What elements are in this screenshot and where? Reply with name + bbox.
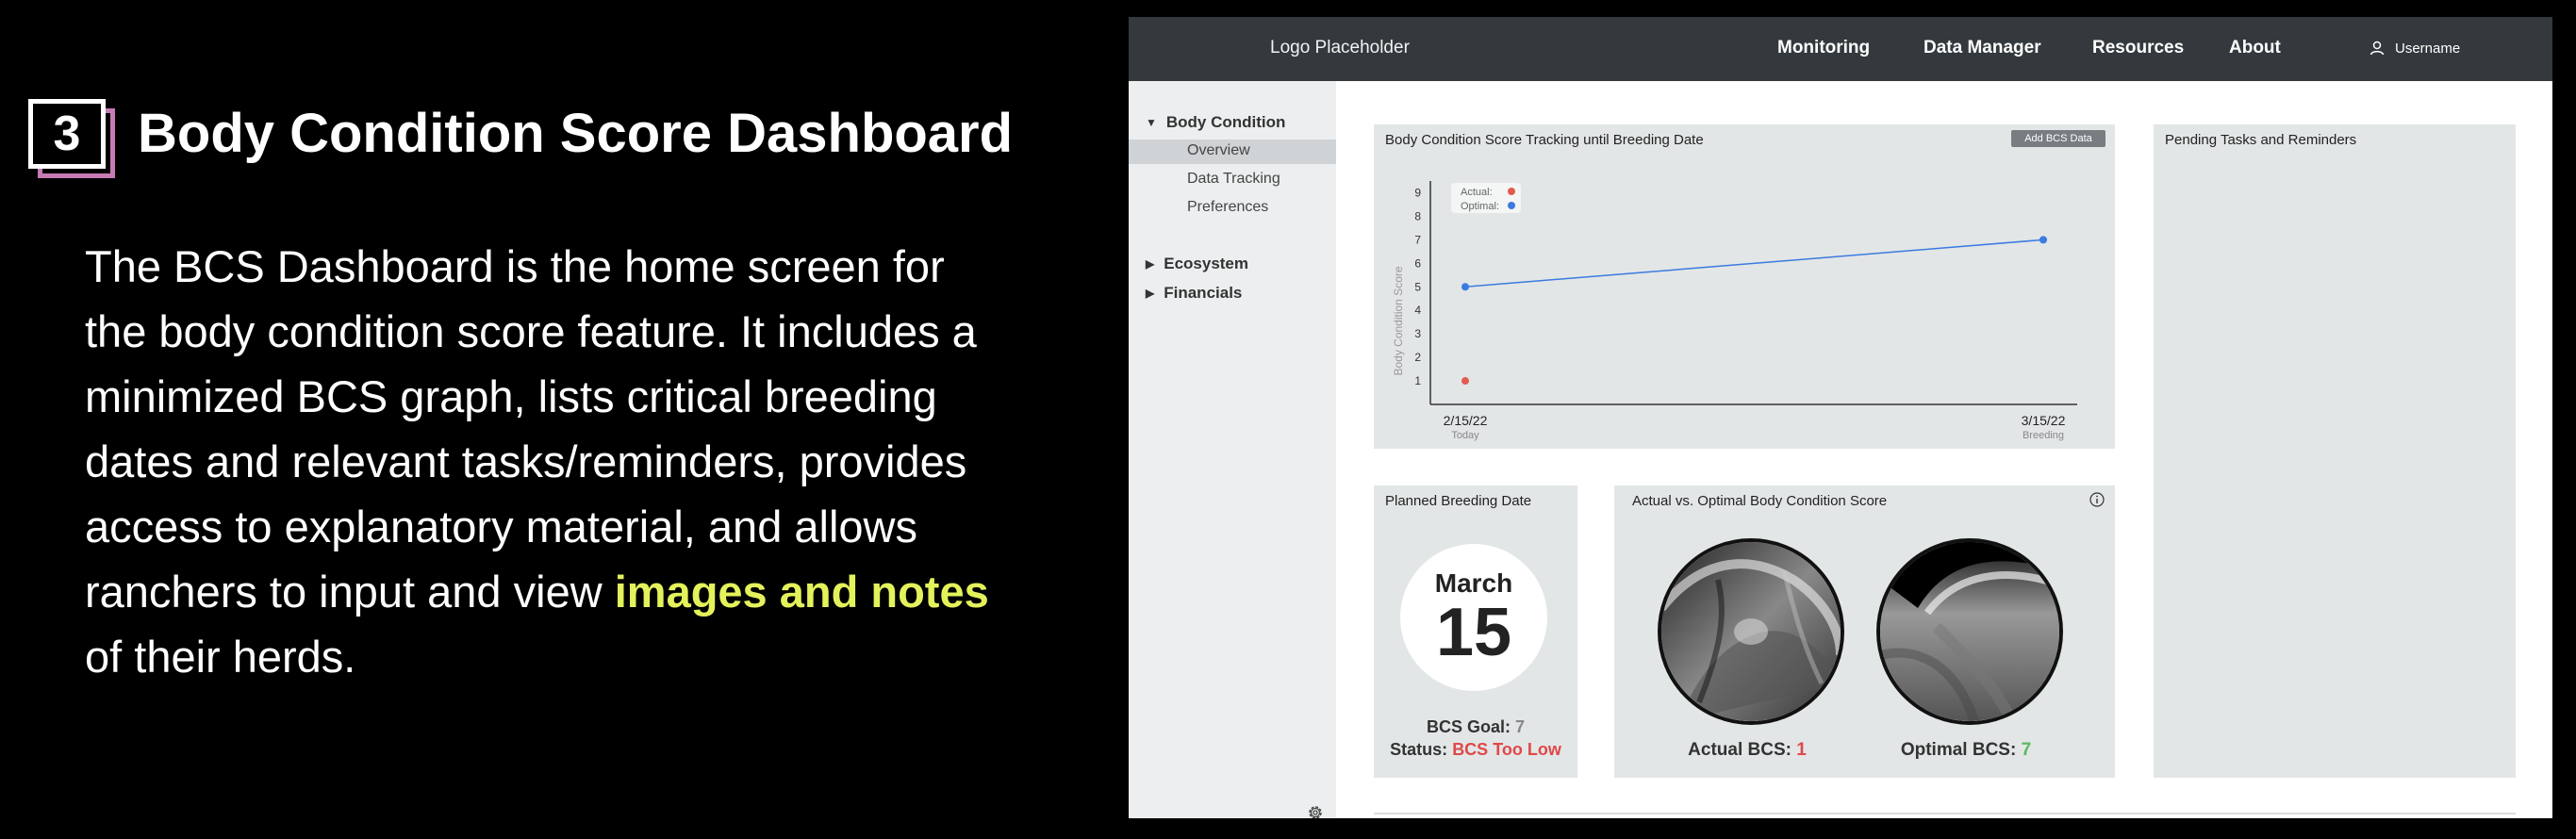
slide-description: The BCS Dashboard is the home screen for… [85,234,1009,689]
actual-bcs-label: Actual BCS: [1688,740,1792,760]
slide-number-badge: 3 [28,99,123,179]
actual-bcs-caption: Actual BCS: 1 [1625,740,1870,761]
breeding-date-circle: March 15 [1400,544,1547,691]
x-tick-labels: 2/15/22 Today 3/15/22 Breeding [1444,413,2066,441]
info-icon[interactable] [2089,492,2105,507]
cow-hip-image-thin [1661,542,1841,721]
sidebar-item-data-tracking[interactable]: Data Tracking [1187,171,1280,188]
bcs-tracking-card: Body Condition Score Tracking until Bree… [1374,124,2115,449]
y-tick-label: 7 [1414,233,1421,246]
data-point [1461,377,1469,386]
y-axis-label: Body Condition Score [1392,266,1405,375]
x-tick-sublabel: Today [1451,430,1479,441]
chart-series [1461,236,2047,386]
sidebar-group-label: Ecosystem [1164,255,1249,272]
top-navbar: Logo Placeholder Monitoring Data Manager… [1129,17,2552,81]
actual-bcs-value: 1 [1796,740,1807,760]
y-ticks: 1 2 3 4 5 6 7 8 9 [1414,186,1421,387]
breeding-day: 15 [1435,595,1512,670]
actual-bcs-image[interactable] [1658,538,1844,725]
x-tick-label: 3/15/22 [2022,413,2066,428]
nav-data-manager[interactable]: Data Manager [1924,38,2041,58]
sidebar-item-preferences[interactable]: Preferences [1187,199,1268,216]
y-tick-label: 2 [1414,351,1421,364]
y-tick-label: 1 [1414,374,1421,387]
sidebar-group-financials[interactable]: ▶ Financials [1146,284,1242,303]
sidebar-group-label: Body Condition [1165,113,1286,131]
data-point [1461,283,1469,291]
bottom-divider [1374,813,2516,814]
y-tick-label: 8 [1414,209,1421,222]
optimal-bcs-value: 7 [2021,740,2032,760]
cow-hip-image-optimal [1880,542,2059,721]
y-tick-label: 9 [1414,186,1421,199]
sidebar-item-overview[interactable]: Overview [1187,142,1250,159]
legend-label: Actual: [1461,187,1493,198]
optimal-bcs-image[interactable] [1876,538,2063,725]
nav-monitoring[interactable]: Monitoring [1777,38,1870,58]
bcs-status: Status: BCS Too Low [1374,740,1577,760]
data-point [2039,236,2047,244]
bcs-goal: BCS Goal: 7 [1374,717,1577,737]
slide-body-text: The BCS Dashboard is the home screen for… [85,241,977,617]
sidebar: ▼ Body Condition Overview Data Tracking … [1129,81,1336,818]
tasks-card-title: Pending Tasks and Reminders [2165,132,2357,148]
user-icon [2370,41,2385,56]
bcs-goal-value: 7 [1515,717,1526,736]
sidebar-group-body-condition[interactable]: ▼ Body Condition [1146,113,1285,132]
user-menu[interactable]: Username [2369,40,2460,57]
bcs-chart: Body Condition Score 1 2 3 4 5 6 7 8 9 2/15/22 To… [1392,181,2077,441]
y-tick-label: 6 [1414,256,1421,270]
nav-about[interactable]: About [2229,38,2281,58]
bcs-status-label: Status: [1390,740,1448,759]
slide-number: 3 [28,99,106,169]
series-line [1464,239,2044,288]
slide-highlight: images and notes [614,567,989,617]
bcs-goal-label: BCS Goal: [1426,717,1511,736]
planned-breeding-card: Planned Breeding Date March 15 BCS Goal:… [1374,485,1577,778]
chart-legend: Actual: Optimal: [1451,183,1521,213]
optimal-bcs-caption: Optimal BCS: 7 [1843,740,2089,761]
username: Username [2395,40,2461,57]
gear-icon[interactable] [1306,803,1325,818]
legend-swatch [1508,188,1515,195]
y-tick-label: 4 [1414,304,1421,317]
collapsed-triangle-icon: ▶ [1146,257,1155,271]
slide-title: Body Condition Score Dashboard [138,103,1014,164]
sidebar-group-label: Financials [1164,284,1243,302]
expanded-triangle-icon: ▼ [1146,116,1157,129]
sidebar-group-ecosystem[interactable]: ▶ Ecosystem [1146,255,1248,273]
optimal-bcs-label: Optimal BCS: [1900,740,2017,760]
actual-vs-optimal-card: Actual vs. Optimal Body Condition Score [1614,485,2115,778]
logo[interactable]: Logo Placeholder [1270,38,1410,58]
y-tick-label: 5 [1414,280,1421,293]
slide-body-end: of their herds. [85,632,356,682]
legend-swatch [1508,202,1515,209]
pending-tasks-card: Pending Tasks and Reminders [2154,124,2516,778]
legend-label: Optimal: [1461,201,1499,212]
x-tick-sublabel: Breeding [2023,430,2064,441]
breeding-card-title: Planned Breeding Date [1385,493,1532,509]
y-tick-label: 3 [1414,327,1421,340]
x-tick-label: 2/15/22 [1444,413,1488,428]
app-window: Logo Placeholder Monitoring Data Manager… [1129,17,2552,818]
bcs-status-value: BCS Too Low [1452,740,1561,759]
nav-resources[interactable]: Resources [2092,38,2184,58]
collapsed-triangle-icon: ▶ [1146,287,1155,300]
compare-card-title: Actual vs. Optimal Body Condition Score [1632,493,1888,509]
